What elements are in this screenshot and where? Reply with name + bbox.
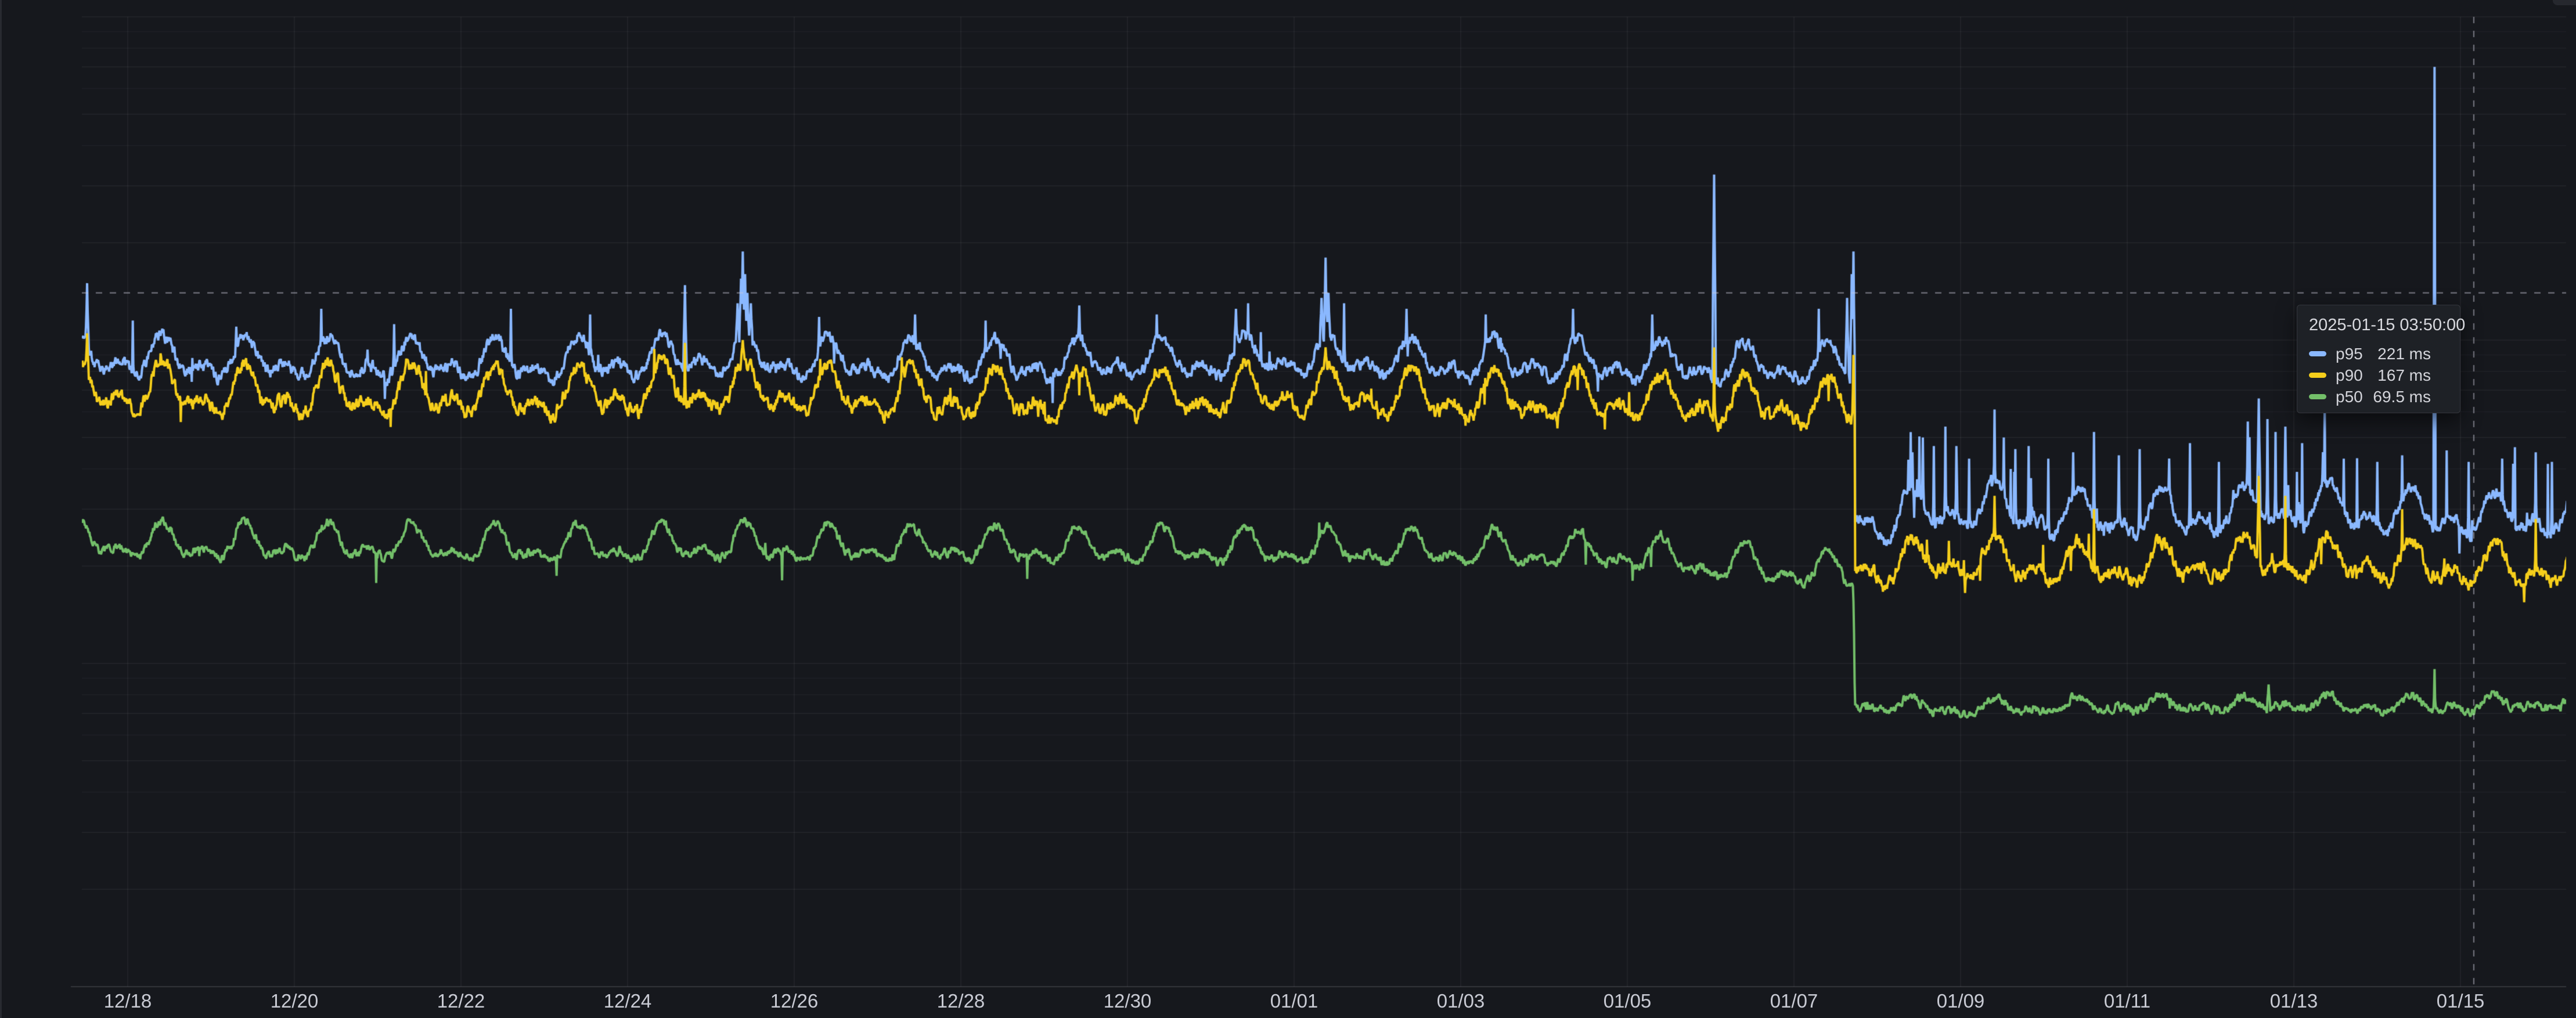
tooltip-series-label: p95: [2336, 345, 2363, 363]
x-tick-label: 12/28: [937, 991, 985, 1011]
x-tick-label: 01/07: [1770, 991, 1818, 1011]
x-tick-label: 12/24: [604, 991, 652, 1011]
x-tick-label: 12/30: [1104, 991, 1152, 1011]
x-tick-label: 01/15: [2437, 991, 2485, 1011]
p90-series-swatch-icon: [2309, 373, 2326, 378]
x-tick-label: 01/03: [1437, 991, 1485, 1011]
tooltip-series-value: 69.5 ms: [2373, 388, 2431, 406]
tooltip-row-p90: p90 167 ms: [2308, 364, 2449, 386]
x-tick-label: 12/20: [271, 991, 319, 1011]
x-tick-label: 12/26: [770, 991, 819, 1011]
tooltip-series-value: 221 ms: [2377, 345, 2431, 363]
tooltip-series-value: 167 ms: [2377, 366, 2431, 385]
latency-timeseries-panel: { "panel": { "background": "#16181d", "t…: [0, 0, 2576, 1018]
tooltip-row-p95: p95 221 ms: [2308, 343, 2449, 364]
x-tick-label: 01/11: [2104, 991, 2150, 1011]
tooltip-timestamp: 2025-01-15 03:50:00: [2309, 316, 2449, 335]
x-tick-label: 01/05: [1604, 991, 1652, 1011]
x-tick-label: 01/09: [1937, 991, 1985, 1011]
tooltip-series-label: p90: [2336, 366, 2363, 385]
p50-series-swatch-icon: [2309, 394, 2326, 399]
tooltip-row-p50: p50 69.5 ms: [2308, 386, 2449, 407]
x-tick-label: 12/22: [437, 991, 485, 1011]
x-axis: 12/18 12/20 12/22 12/24 12/26 12/28 12/30 01/01…: [0, 0, 2576, 1018]
x-tick-label: 01/13: [2270, 991, 2318, 1011]
tooltip-series-label: p50: [2336, 388, 2363, 406]
p95-series-swatch-icon: [2309, 351, 2326, 356]
hover-tooltip: 2025-01-15 03:50:00 p95 221 ms p90 167 m…: [2297, 305, 2460, 413]
panel-corner-widget: [2553, 0, 2576, 5]
x-tick-label: 12/18: [104, 991, 152, 1011]
x-tick-label: 01/01: [1270, 991, 1318, 1011]
